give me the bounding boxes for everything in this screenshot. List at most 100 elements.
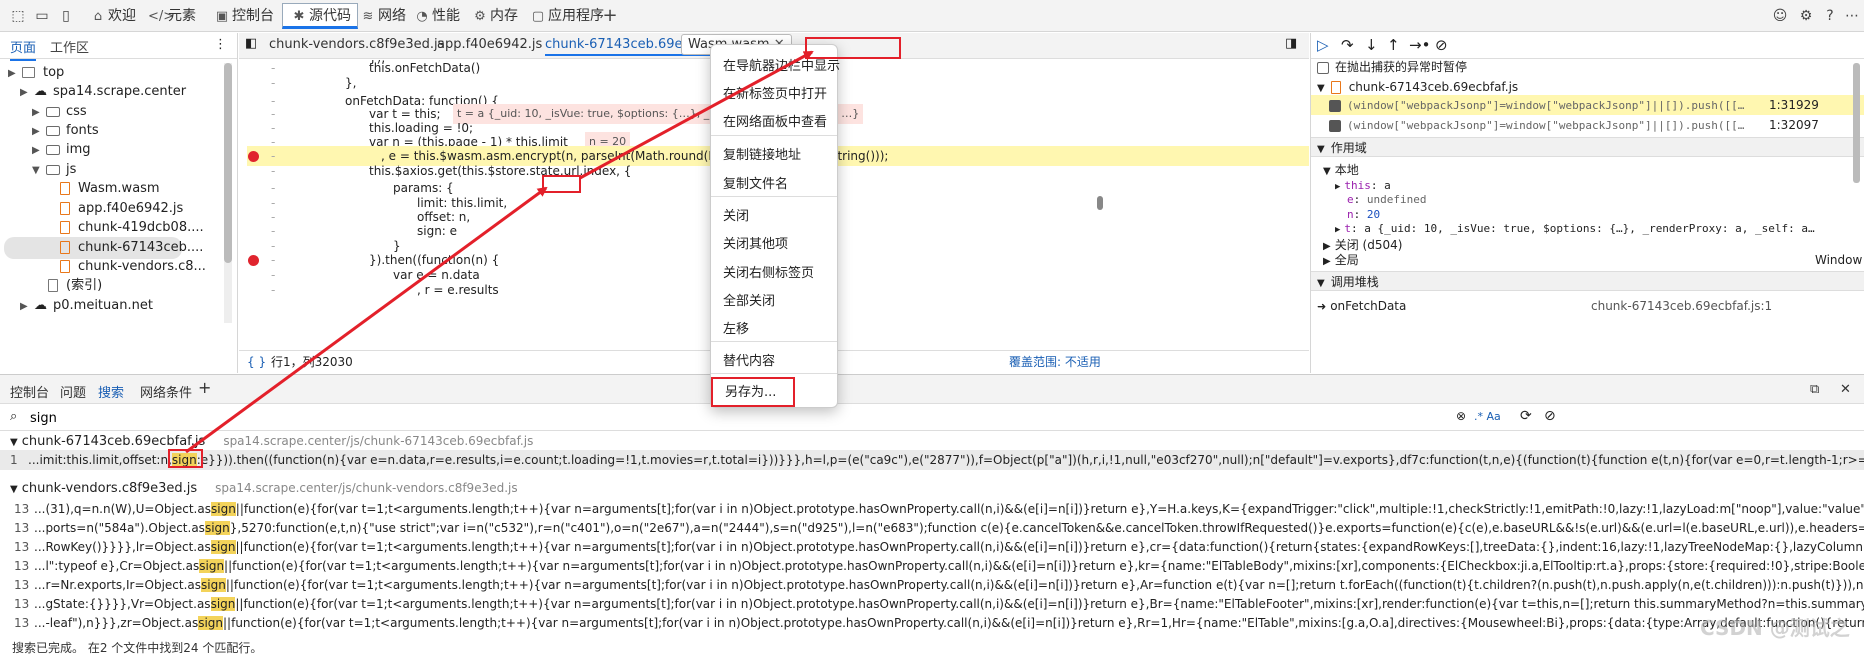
tab-welcome[interactable]: ⌂ 欢迎 <box>88 4 136 28</box>
checkbox-checked[interactable] <box>1329 99 1341 112</box>
console-icon: ▣ <box>215 9 229 24</box>
tree-item-wasm[interactable]: Wasm.wasm <box>60 178 160 200</box>
search-input[interactable] <box>30 408 1450 428</box>
file-tab-app[interactable]: app.f40e6942.js <box>437 37 542 52</box>
result-line[interactable]: 13 ...l":typeof e},Cr=Object.assign||func… <box>0 556 1864 576</box>
tab-console[interactable]: ▣ 控制台 <box>212 4 274 28</box>
add-tab-icon[interactable]: + <box>600 6 620 26</box>
drawer-tab-network-conditions[interactable]: 网络条件 <box>140 382 192 401</box>
tree-item-img[interactable]: ▶ img <box>32 139 91 161</box>
wifi-icon: ≋ <box>362 9 374 24</box>
sidebar-toggle-icon[interactable]: ▯ <box>56 6 76 26</box>
drawer-tabs: 控制台 问题 搜索 网络条件 + ⧉ ✕ <box>0 374 1864 407</box>
menu-separator <box>711 373 837 374</box>
callstack-section-header[interactable]: ▼ 调用堆栈 <box>1311 271 1864 291</box>
debugger-scrollbar[interactable] <box>1853 63 1860 183</box>
folder-icon <box>46 164 60 175</box>
toggle-debugger-icon[interactable]: ◨ <box>1285 36 1297 51</box>
file-icon <box>60 221 70 234</box>
toggle-navigator-icon[interactable]: ◧ <box>245 36 257 51</box>
checkbox-checked[interactable] <box>1329 119 1341 132</box>
step-into-icon[interactable]: ↓ <box>1365 36 1378 54</box>
resume-icon[interactable]: ▷ <box>1317 36 1329 54</box>
tab-page[interactable]: 页面 <box>10 37 37 61</box>
result-file-group[interactable]: ▼ chunk-67143ceb.69ecbfaf.js spa14.scrape.… <box>0 432 1864 451</box>
folder-icon <box>46 106 60 117</box>
tab-memory[interactable]: ⚙ 内存 <box>470 4 518 28</box>
more-icon[interactable]: ⋮ <box>214 37 227 52</box>
clear-search-icon[interactable]: ⊗ <box>1456 409 1466 423</box>
device-toggle-icon[interactable]: ▭ <box>32 6 52 26</box>
dock-icon[interactable]: ⧉ <box>1810 382 1819 397</box>
drawer-tab-search[interactable]: 搜索 <box>98 382 125 407</box>
menu-item-override-content[interactable]: 替代内容 <box>723 350 775 369</box>
help-icon[interactable]: ? <box>1820 6 1840 26</box>
menu-item-close-others[interactable]: 关闭其他项 <box>723 233 788 252</box>
inspect-icon[interactable]: ⬚ <box>8 6 28 26</box>
result-line[interactable]: 13 ...ports=n("584a").Object.assign},5270… <box>0 518 1864 538</box>
file-tab-vendors[interactable]: chunk-vendors.c8f9e3ed.js <box>269 37 444 52</box>
performance-icon: ◔ <box>416 9 428 24</box>
pause-on-caught-exceptions[interactable]: 在抛出捕获的异常时暂停 <box>1317 57 1864 77</box>
tree-item-chunk-419[interactable]: chunk-419dcb08.... <box>60 217 204 239</box>
refresh-icon[interactable]: ⟳ <box>1520 408 1532 424</box>
more-icon[interactable]: ⋯ <box>1842 6 1862 26</box>
result-line[interactable]: 13 ...RowKey()}}}},lr=Object.assign||func… <box>0 537 1864 557</box>
tab-application[interactable]: ▢ 应用程序 <box>528 4 604 28</box>
search-icon: ⌕ <box>10 409 18 424</box>
close-drawer-icon[interactable]: ✕ <box>1840 382 1851 397</box>
home-icon: ⌂ <box>93 9 103 24</box>
coverage-status[interactable]: 覆盖范围: 不适用 <box>1009 351 1101 373</box>
pretty-print-icon[interactable]: { } <box>247 351 266 373</box>
add-drawer-tab-icon[interactable]: + <box>198 378 211 397</box>
menu-item-copy-filename[interactable]: 复制文件名 <box>723 173 788 192</box>
watermark: CSDN @测试之路 <box>1700 616 1850 640</box>
drawer-tab-issues[interactable]: 问题 <box>60 382 86 401</box>
debugger-sidebar: ▷ ↷ ↓ ↑ →• ⊘ 在抛出捕获的异常时暂停 ▼ chunk-67143ceb… <box>1310 33 1864 373</box>
search-options[interactable]: .* Aa <box>1474 410 1501 423</box>
menu-item-move-left[interactable]: 左移 <box>723 318 749 337</box>
result-line[interactable]: 13 ...r=Nr.exports,Ir=Object.assign||func… <box>0 575 1864 595</box>
result-line[interactable]: 13 ...-leaf"),n}}},zr=Object.assign||func… <box>0 613 1864 633</box>
folder-icon <box>46 125 60 136</box>
breakpoint-item[interactable]: (window["webpackJsonp"]=window["webpackJ… <box>1311 115 1864 135</box>
menu-item-open-in-new-tab[interactable]: 在新标签页中打开 <box>723 83 827 102</box>
search-bar: ⌕ ⊗ .* Aa ⟳ ⊘ <box>0 405 1864 431</box>
scope-global[interactable]: ▶ 全局 Window <box>1311 250 1864 270</box>
clear-results-icon[interactable]: ⊘ <box>1544 408 1556 424</box>
breakpoint-item[interactable]: (window["webpackJsonp"]=window["webpackJ… <box>1311 95 1864 115</box>
tab-elements[interactable]: </>元素 <box>148 4 196 28</box>
result-line[interactable]: 13 ...gState:{}}}},Vr=Object.assign||func… <box>0 594 1864 614</box>
tab-performance[interactable]: ◔ 性能 <box>412 4 460 28</box>
step-out-icon[interactable]: ↑ <box>1387 36 1400 54</box>
menu-item-save-as[interactable]: 另存为... <box>711 377 795 407</box>
step-over-icon[interactable]: ↷ <box>1341 36 1354 54</box>
file-icon <box>1330 81 1341 94</box>
menu-item-copy-link[interactable]: 复制链接地址 <box>723 144 801 163</box>
tab-network[interactable]: ≋ 网络 <box>358 4 406 28</box>
scope-section-header[interactable]: ▼ 作用域 <box>1311 137 1864 157</box>
deactivate-breakpoints-icon[interactable]: ⊘ <box>1435 36 1448 54</box>
menu-item-reveal-in-navigator[interactable]: 在导航器边栏中显示 <box>723 55 840 74</box>
menu-item-close-all[interactable]: 全部关闭 <box>723 290 775 309</box>
drawer-tab-console[interactable]: 控制台 <box>10 382 49 401</box>
feedback-icon[interactable]: ☺ <box>1770 6 1790 26</box>
result-file-group[interactable]: ▼ chunk-vendors.c8f9e3ed.js spa14.scrape.c… <box>0 478 1864 498</box>
tree-item-meituan[interactable]: ▶ ☁ p0.meituan.net <box>20 295 153 317</box>
tree-item-domain[interactable]: ▶ ☁ spa14.scrape.center <box>20 81 186 103</box>
step-icon[interactable]: →• <box>1409 36 1430 54</box>
menu-item-show-in-network[interactable]: 在网络面板中查看 <box>723 111 827 130</box>
tab-workspace[interactable]: 工作区 <box>50 37 89 56</box>
menu-item-close[interactable]: 关闭 <box>723 205 749 224</box>
navigator-scrollbar[interactable] <box>224 63 232 323</box>
menu-item-close-right[interactable]: 关闭右侧标签页 <box>723 262 814 281</box>
checkbox[interactable] <box>1317 61 1329 74</box>
callstack-frame[interactable]: ➜ onFetchData chunk-67143ceb.69ecbfaf.js:1 <box>1311 296 1864 316</box>
breakpoints-file-group[interactable]: ▼ chunk-67143ceb.69ecbfaf.js <box>1317 77 1864 97</box>
result-line[interactable]: 13 ...(31),q=n.n(W),U=Object.assign||func… <box>0 499 1864 519</box>
settings-icon[interactable]: ⚙ <box>1796 6 1816 26</box>
result-line[interactable]: 1 ...imit:this.limit,offset:n,sign:e}})).… <box>0 450 1864 470</box>
tree-item-index[interactable]: (索引) <box>48 275 102 297</box>
editor-scrollbar[interactable] <box>1097 196 1103 210</box>
tab-sources[interactable]: ✱ 源代码 <box>282 3 358 29</box>
